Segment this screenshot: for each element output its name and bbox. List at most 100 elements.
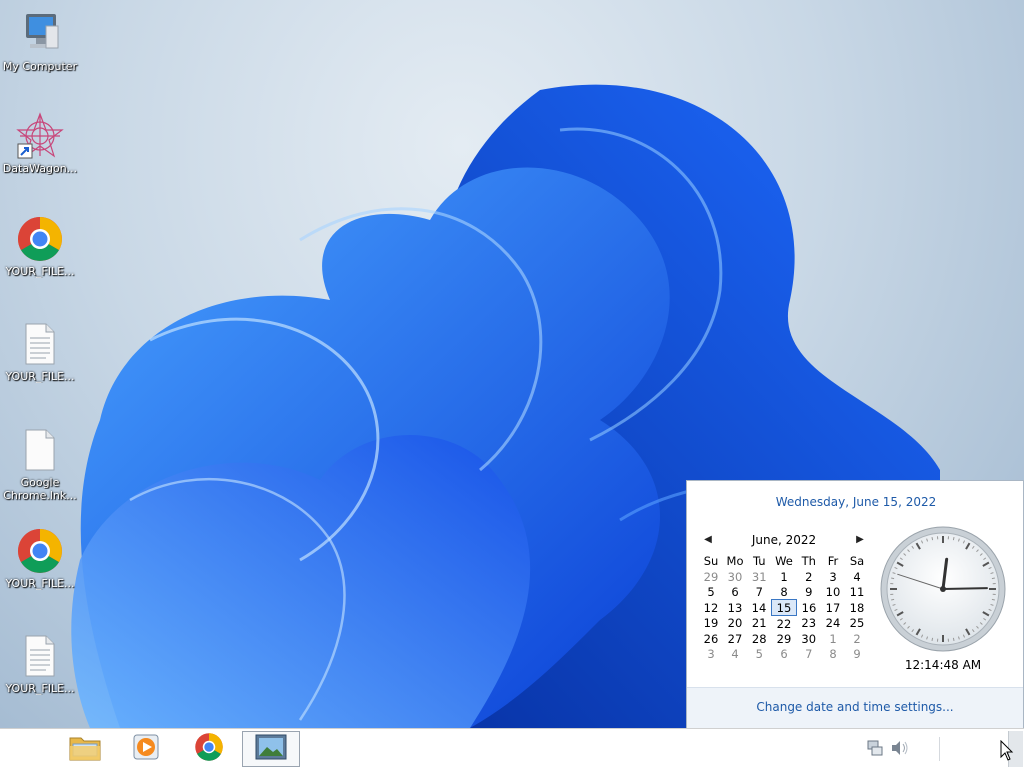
weekday-label: We bbox=[775, 554, 793, 568]
flyout-footer: Change date and time settings... bbox=[687, 687, 1023, 728]
calendar-day[interactable]: 19 bbox=[699, 616, 723, 632]
taskbar-media-player-button[interactable] bbox=[117, 731, 175, 767]
change-date-time-settings-link[interactable]: Change date and time settings... bbox=[687, 700, 1023, 714]
volume-icon[interactable] bbox=[890, 739, 910, 761]
clock-calendar-flyout: Wednesday, June 15, 2022 ◀ June, 2022 ▶ … bbox=[686, 480, 1024, 728]
icon-label: YOUR_FILE... bbox=[5, 370, 75, 383]
calendar-grid: Su Mo Tu We Th Fr Sa 29 30 31 1 2 3 4 5 … bbox=[699, 553, 869, 661]
calendar-day[interactable]: 13 bbox=[723, 600, 747, 616]
taskbar bbox=[0, 728, 1024, 768]
week-row: 3 4 5 6 7 8 9 bbox=[699, 646, 869, 661]
next-month-arrow-icon[interactable]: ▶ bbox=[853, 531, 867, 549]
calendar-day[interactable]: 1 bbox=[772, 569, 797, 584]
calendar-day[interactable]: 14 bbox=[747, 600, 772, 616]
calendar: ◀ June, 2022 ▶ Su Mo Tu We Th Fr Sa 29 3… bbox=[699, 531, 869, 661]
calendar-day[interactable]: 2 bbox=[845, 631, 869, 646]
calendar-day[interactable]: 30 bbox=[723, 569, 747, 584]
calendar-day[interactable]: 30 bbox=[797, 631, 822, 646]
clock-minute-hand bbox=[942, 587, 988, 590]
calendar-day[interactable]: 9 bbox=[845, 646, 869, 661]
calendar-day[interactable]: 18 bbox=[845, 600, 869, 616]
taskbar-file-explorer-button[interactable] bbox=[56, 731, 114, 767]
calendar-day[interactable]: 7 bbox=[747, 584, 772, 600]
calendar-day[interactable]: 20 bbox=[723, 616, 747, 632]
calendar-day[interactable]: 1 bbox=[821, 631, 845, 646]
computer-icon bbox=[16, 10, 64, 58]
weekday-label: Sa bbox=[849, 554, 865, 568]
calendar-day[interactable]: 2 bbox=[797, 569, 822, 584]
desktop-icon-google-chrome-lnk[interactable]: Google Chrome.lnk... bbox=[0, 426, 80, 502]
month-label[interactable]: June, 2022 bbox=[752, 533, 816, 547]
taskbar-chrome-button[interactable] bbox=[180, 731, 238, 767]
file-explorer-icon bbox=[68, 732, 102, 766]
taskbar-image-viewer-button[interactable] bbox=[242, 731, 300, 767]
calendar-day[interactable]: 29 bbox=[772, 631, 797, 646]
calendar-day[interactable]: 4 bbox=[845, 569, 869, 584]
calendar-day[interactable]: 10 bbox=[821, 584, 845, 600]
clock-minute-tick bbox=[991, 598, 995, 601]
calendar-day[interactable]: 24 bbox=[821, 616, 845, 632]
calendar-day[interactable]: 22 bbox=[772, 616, 797, 632]
calendar-day[interactable]: 7 bbox=[797, 646, 822, 661]
calendar-day[interactable]: 28 bbox=[747, 631, 772, 646]
calendar-day[interactable]: 11 bbox=[845, 584, 869, 600]
icon-label: YOUR_FILE... bbox=[5, 577, 75, 590]
calendar-day[interactable]: 4 bbox=[723, 646, 747, 661]
calendar-day[interactable]: 6 bbox=[772, 646, 797, 661]
clock-minute-tick bbox=[952, 537, 955, 541]
clock-minute-tick bbox=[952, 637, 955, 641]
network-icon[interactable] bbox=[866, 739, 884, 761]
icon-label: My Computer bbox=[2, 60, 78, 73]
desktop-icon-my-computer[interactable]: My Computer bbox=[0, 10, 80, 73]
week-row: 5 6 7 8 9 10 11 bbox=[699, 584, 869, 600]
long-date-link[interactable]: Wednesday, June 15, 2022 bbox=[687, 495, 1024, 509]
desktop-icon-datawagon[interactable]: DataWagon... bbox=[0, 112, 80, 175]
calendar-day[interactable]: 12 bbox=[699, 600, 723, 616]
icon-label-line2: Chrome.lnk... bbox=[3, 489, 77, 502]
calendar-day[interactable]: 26 bbox=[699, 631, 723, 646]
calendar-day[interactable]: 31 bbox=[747, 569, 772, 584]
calendar-day[interactable]: 25 bbox=[845, 616, 869, 632]
calendar-day[interactable]: 8 bbox=[821, 646, 845, 661]
mouse-cursor-icon bbox=[1000, 740, 1014, 761]
desktop-icon-your-file-chrome-1[interactable]: YOUR_FILE... bbox=[0, 215, 80, 278]
calendar-day[interactable]: 3 bbox=[821, 569, 845, 584]
text-file-icon bbox=[16, 320, 64, 368]
desktop-icon-your-file-text-1[interactable]: YOUR_FILE... bbox=[0, 320, 80, 383]
datawagon-icon bbox=[16, 112, 64, 160]
calendar-day[interactable]: 16 bbox=[797, 600, 822, 616]
desktop[interactable]: My Computer DataWagon... YOUR_FILE... YO… bbox=[0, 0, 1024, 728]
calendar-day[interactable]: 29 bbox=[699, 569, 723, 584]
calendar-day[interactable]: 21 bbox=[747, 616, 772, 632]
weekday-row: Su Mo Tu We Th Fr Sa bbox=[699, 553, 869, 569]
icon-label: DataWagon... bbox=[2, 162, 78, 175]
tray-divider bbox=[939, 737, 940, 761]
week-row: 19 20 21 22 23 24 25 bbox=[699, 616, 869, 632]
prev-month-arrow-icon[interactable]: ◀ bbox=[701, 531, 715, 549]
calendar-day[interactable]: 6 bbox=[723, 584, 747, 600]
calendar-day[interactable]: 5 bbox=[747, 646, 772, 661]
calendar-day[interactable]: 17 bbox=[821, 600, 845, 616]
calendar-day[interactable]: 3 bbox=[699, 646, 723, 661]
clock-minute-tick bbox=[891, 577, 895, 580]
analog-clock bbox=[880, 526, 1006, 652]
week-row: 29 30 31 1 2 3 4 bbox=[699, 569, 869, 584]
calendar-day[interactable]: 9 bbox=[797, 584, 822, 600]
calendar-day[interactable]: 8 bbox=[772, 584, 797, 600]
calendar-day[interactable]: 23 bbox=[797, 616, 822, 632]
chrome-icon bbox=[16, 215, 64, 263]
weekday-label: Tu bbox=[752, 554, 766, 568]
desktop-icon-your-file-text-2[interactable]: YOUR_FILE... bbox=[0, 632, 80, 695]
desktop-icon-your-file-chrome-2[interactable]: YOUR_FILE... bbox=[0, 527, 80, 590]
clock-minute-tick bbox=[931, 537, 934, 541]
weekday-label: Su bbox=[703, 554, 719, 568]
weekday-label: Mo bbox=[726, 554, 744, 568]
calendar-day[interactable]: 5 bbox=[699, 584, 723, 600]
image-viewer-icon bbox=[255, 734, 287, 764]
calendar-day[interactable]: 27 bbox=[723, 631, 747, 646]
chrome-icon bbox=[194, 732, 224, 766]
calendar-day-today[interactable]: 15 bbox=[771, 599, 797, 616]
clock-minute-tick bbox=[991, 577, 995, 580]
week-row: 12 13 14 15 16 17 18 bbox=[699, 599, 869, 616]
blank-file-icon bbox=[16, 426, 64, 474]
